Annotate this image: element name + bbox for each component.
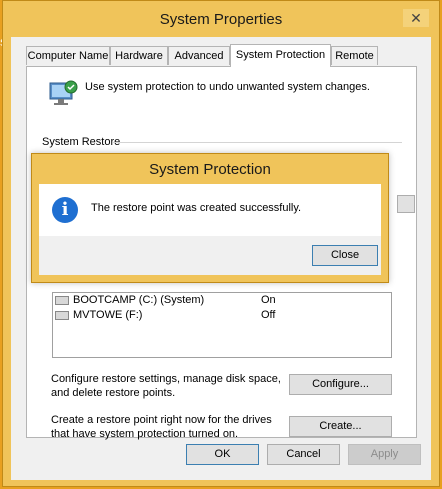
ok-button[interactable]: OK [186,444,259,465]
window-close-button[interactable]: ✕ [403,9,429,27]
drive-list[interactable]: BOOTCAMP (C:) (System) On MVTOWE (F:) Of… [52,292,392,358]
window-title: System Properties [159,11,283,28]
configure-description: Configure restore settings, manage disk … [51,373,281,399]
intro-text: Use system protection to undo unwanted s… [85,81,370,93]
dialog-body: i The restore point was created successf… [39,184,381,236]
drive-row[interactable]: MVTOWE (F:) Off [53,309,391,322]
drive-status: On [261,294,276,306]
system-protection-dialog: System Protection i The restore point wa… [31,153,389,283]
system-restore-button-partial[interactable] [397,195,415,213]
drive-icon [55,311,69,320]
create-button[interactable]: Create... [289,416,392,437]
tab-hardware[interactable]: Hardware [110,46,168,65]
create-description: Create a restore point right now for the… [51,414,272,440]
section-divider [113,142,402,143]
drive-status: Off [261,309,276,321]
cancel-button[interactable]: Cancel [267,444,340,465]
information-icon: i [52,197,78,223]
drive-name: MVTOWE (F:) [73,309,143,321]
computer-shield-icon [49,80,78,105]
configure-button[interactable]: Configure... [289,374,392,395]
tab-advanced[interactable]: Advanced [168,46,230,65]
dialog-close-button[interactable]: Close [312,245,378,266]
apply-button[interactable]: Apply [348,444,421,465]
tab-system-protection[interactable]: System Protection [230,44,331,67]
dialog-footer: Close [39,236,381,275]
drive-row[interactable]: BOOTCAMP (C:) (System) On [53,294,391,307]
dialog-title: System Protection [149,161,271,178]
drive-name: BOOTCAMP (C:) (System) [73,294,205,306]
system-restore-label: System Restore [42,136,121,148]
drive-icon [55,296,69,305]
tab-computer-name[interactable]: Computer Name [26,46,110,65]
dialog-message: The restore point was created successful… [91,202,302,214]
tab-remote[interactable]: Remote [331,46,378,65]
